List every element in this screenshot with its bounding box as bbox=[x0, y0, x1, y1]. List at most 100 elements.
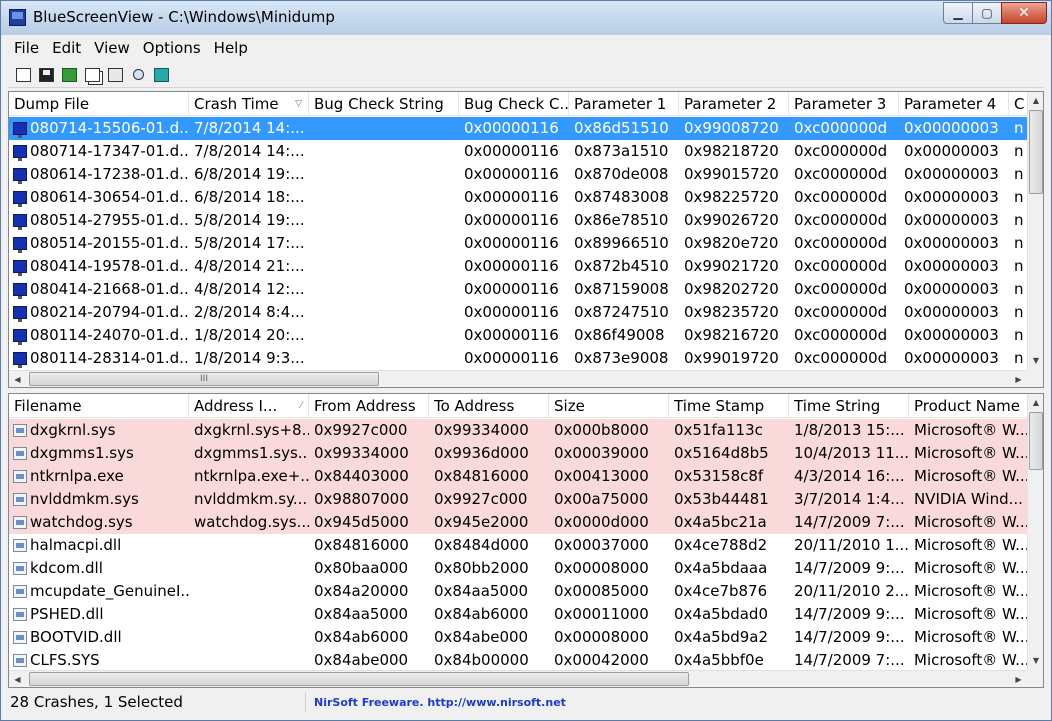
driver-file-icon bbox=[13, 424, 27, 437]
scroll-thumb[interactable] bbox=[1029, 412, 1043, 470]
menu-edit[interactable]: Edit bbox=[46, 39, 88, 57]
crash-cell bbox=[309, 140, 459, 163]
crash-column-header[interactable]: Parameter 3 bbox=[789, 92, 899, 115]
nirsoft-link[interactable]: NirSoft Freeware. http://www.nirsoft.net bbox=[306, 696, 566, 709]
crash-cell: 0xc000000d bbox=[794, 234, 888, 252]
driver-list[interactable]: Filename Address I... ⁄ From Address To Addr… bbox=[8, 393, 1044, 688]
driver-file-icon bbox=[13, 585, 27, 598]
scroll-thumb[interactable] bbox=[1029, 110, 1043, 194]
find-button[interactable] bbox=[129, 66, 147, 84]
crash-column-header[interactable]: Parameter 4 bbox=[899, 92, 1009, 115]
crash-column-header[interactable]: Bug Check C... bbox=[459, 92, 569, 115]
driver-column-header[interactable]: Time Stamp bbox=[669, 394, 789, 417]
menu-options[interactable]: Options bbox=[137, 39, 208, 57]
menu-file[interactable]: File bbox=[8, 39, 46, 57]
scroll-left-arrow-icon[interactable]: ◀ bbox=[9, 371, 26, 387]
driver-row[interactable]: PSHED.dll 0x84aa5000 0x84ab6000 0x00011000 0… bbox=[9, 603, 1029, 626]
driver-column-header[interactable]: Address I... ⁄ bbox=[189, 394, 309, 417]
crash-filename: 080514-27955-01.d... bbox=[30, 211, 189, 229]
menu-view[interactable]: View bbox=[88, 39, 137, 57]
minidump-icon bbox=[13, 352, 27, 368]
scroll-up-arrow-icon[interactable]: ▲ bbox=[1028, 394, 1043, 411]
crash-row[interactable]: 080514-20155-01.d... 5/8/2014 17:... 0x000… bbox=[9, 232, 1029, 255]
driver-cell: watchdog.sys... bbox=[194, 513, 309, 531]
save-button[interactable] bbox=[37, 66, 55, 84]
driver-row[interactable]: watchdog.sys watchdog.sys... 0x945d5000 0x9… bbox=[9, 511, 1029, 534]
crash-row[interactable]: 080514-27955-01.d... 5/8/2014 19:... 0x000… bbox=[9, 209, 1029, 232]
driver-row[interactable]: dxgmms1.sys dxgmms1.sys... 0x99334000 0x993… bbox=[9, 442, 1029, 465]
driver-cell: Microsoft® W... bbox=[914, 513, 1029, 531]
driver-cell: 0x8484d000 bbox=[434, 536, 529, 554]
driver-row[interactable]: mcupdate_GenuineI... 0x84a20000 0x84aa5000… bbox=[9, 580, 1029, 603]
crash-row[interactable]: 080214-20794-01.d... 2/8/2014 8:4... 0x000… bbox=[9, 301, 1029, 324]
copy-button[interactable] bbox=[83, 66, 101, 84]
properties-button[interactable] bbox=[106, 66, 124, 84]
menu-help[interactable]: Help bbox=[208, 39, 255, 57]
scroll-left-arrow-icon[interactable]: ◀ bbox=[9, 671, 26, 687]
driver-list-vscrollbar[interactable]: ▲ ▼ bbox=[1027, 394, 1043, 670]
driver-list-hscrollbar[interactable]: ◀ ▶ bbox=[9, 670, 1027, 687]
driver-cell: 0x99334000 bbox=[434, 421, 529, 439]
driver-cell: Microsoft® W... bbox=[914, 605, 1029, 623]
driver-row[interactable]: CLFS.SYS 0x84abe000 0x84b00000 0x00042000 0x… bbox=[9, 649, 1029, 671]
refresh-button[interactable] bbox=[60, 66, 78, 84]
driver-column-header[interactable]: Time String bbox=[789, 394, 909, 417]
crash-row[interactable]: 080414-21668-01.d... 4/8/2014 12:... 0x000… bbox=[9, 278, 1029, 301]
driver-row[interactable]: kdcom.dll 0x80baa000 0x80bb2000 0x00008000 0… bbox=[9, 557, 1029, 580]
driver-row[interactable]: ntkrnlpa.exe ntkrnlpa.exe+... 0x84403000 0x… bbox=[9, 465, 1029, 488]
driver-filename: BOOTVID.dll bbox=[30, 628, 122, 646]
minidump-icon bbox=[13, 214, 27, 230]
exit-button[interactable] bbox=[152, 66, 170, 84]
crash-filename: 080614-17238-01.d... bbox=[30, 165, 189, 183]
scroll-down-arrow-icon[interactable]: ▼ bbox=[1028, 652, 1043, 669]
driver-column-label: Address I... bbox=[194, 397, 278, 415]
properties-icon bbox=[107, 67, 123, 82]
crash-row[interactable]: 080714-15506-01.d... 7/8/2014 14:... 0x000… bbox=[9, 117, 1029, 140]
driver-column-header[interactable]: Size bbox=[549, 394, 669, 417]
driver-file-icon bbox=[13, 539, 27, 552]
html-report-button[interactable] bbox=[14, 66, 32, 84]
minimize-button[interactable]: ▁ bbox=[943, 2, 973, 24]
hscroll-thumb[interactable]: III bbox=[29, 372, 379, 386]
crash-column-header[interactable]: Bug Check String bbox=[309, 92, 459, 115]
scroll-down-arrow-icon[interactable]: ▼ bbox=[1028, 352, 1043, 369]
crash-cell: 0x00000003 bbox=[904, 165, 999, 183]
driver-row[interactable]: dxgkrnl.sys dxgkrnl.sys+8... 0x9927c000 0x9… bbox=[9, 419, 1029, 442]
crash-row[interactable]: 080614-30654-01.d... 6/8/2014 18:... 0x000… bbox=[9, 186, 1029, 209]
driver-row[interactable]: BOOTVID.dll 0x84ab6000 0x84abe000 0x0000800… bbox=[9, 626, 1029, 649]
crash-column-header[interactable]: Parameter 1 bbox=[569, 92, 679, 115]
crash-list-vscrollbar[interactable]: ▲ ▼ bbox=[1027, 92, 1043, 370]
crash-row[interactable]: 080114-28314-01.d... 1/8/2014 9:3... 0x000… bbox=[9, 347, 1029, 370]
crash-row[interactable]: 080714-17347-01.d... 7/8/2014 14:... 0x000… bbox=[9, 140, 1029, 163]
crash-cell: n bbox=[1014, 234, 1024, 252]
crash-row[interactable]: 080414-19578-01.d... 4/8/2014 21:... 0x000… bbox=[9, 255, 1029, 278]
crash-column-header[interactable]: Dump File bbox=[9, 92, 189, 115]
driver-row[interactable]: nvlddmkm.sys nvlddmkm.sy... 0x98807000 0x99… bbox=[9, 488, 1029, 511]
scroll-right-arrow-icon[interactable]: ▶ bbox=[1010, 671, 1027, 687]
crash-row[interactable]: 080114-24070-01.d... 1/8/2014 20:... 0x000… bbox=[9, 324, 1029, 347]
scroll-right-arrow-icon[interactable]: ▶ bbox=[1010, 371, 1027, 387]
driver-column-header[interactable]: From Address bbox=[309, 394, 429, 417]
driver-file-icon bbox=[13, 516, 27, 529]
crash-column-header[interactable]: Crash Time ▽ bbox=[189, 92, 309, 115]
close-button[interactable]: ✕ bbox=[1001, 2, 1047, 24]
hscroll-thumb[interactable] bbox=[29, 672, 689, 686]
scroll-up-arrow-icon[interactable]: ▲ bbox=[1028, 92, 1043, 109]
crash-column-header[interactable]: C bbox=[1009, 92, 1029, 115]
crash-cell: 5/8/2014 17:... bbox=[194, 234, 305, 252]
crash-list-hscrollbar[interactable]: ◀ III ▶ bbox=[9, 370, 1027, 387]
crash-list-header: Dump File Crash Time ▽ Bug Check String Bug … bbox=[9, 92, 1029, 116]
crash-row[interactable]: 080614-17238-01.d... 6/8/2014 19:... 0x000… bbox=[9, 163, 1029, 186]
crash-cell: 4/8/2014 21:... bbox=[194, 257, 305, 275]
driver-column-header[interactable]: Filename bbox=[9, 394, 189, 417]
driver-filename: ntkrnlpa.exe bbox=[30, 467, 124, 485]
refresh-icon bbox=[61, 67, 77, 82]
driver-column-header[interactable]: To Address bbox=[429, 394, 549, 417]
driver-column-header[interactable]: Product Name bbox=[909, 394, 1029, 417]
driver-row[interactable]: halmacpi.dll 0x84816000 0x8484d000 0x000370… bbox=[9, 534, 1029, 557]
crash-list[interactable]: Dump File Crash Time ▽ Bug Check String Bug … bbox=[8, 91, 1044, 388]
crash-cell: n bbox=[1014, 349, 1024, 367]
crash-column-header[interactable]: Parameter 2 bbox=[679, 92, 789, 115]
title-bar[interactable]: BlueScreenView - C:\Windows\Minidump ▁ ▢… bbox=[1, 1, 1051, 35]
maximize-button[interactable]: ▢ bbox=[972, 2, 1002, 24]
